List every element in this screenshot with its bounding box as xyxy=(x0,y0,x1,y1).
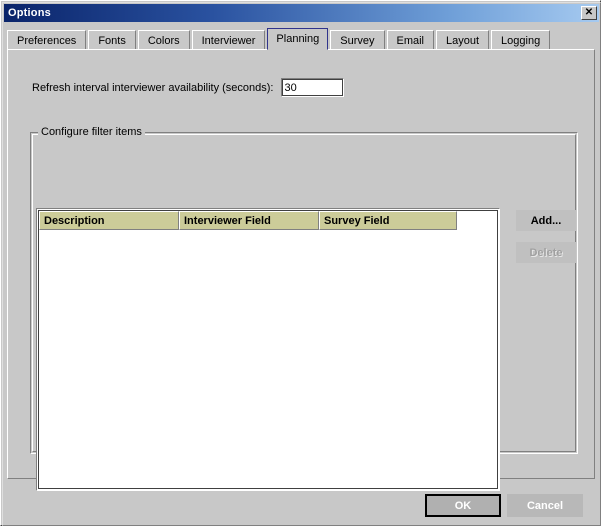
refresh-interval-input[interactable] xyxy=(281,78,345,97)
groupbox-label: Configure filter items xyxy=(38,126,145,138)
tab-survey[interactable]: Survey xyxy=(330,30,385,50)
column-header-interviewer-field[interactable]: Interviewer Field xyxy=(179,211,319,230)
add-filter-button[interactable]: Add... xyxy=(516,210,576,231)
refresh-interval-row: Refresh interval interviewer availabilit… xyxy=(32,78,345,97)
delete-filter-button: Delete xyxy=(516,242,576,263)
listview-header: Description Interviewer Field Survey Fie… xyxy=(39,211,497,230)
tab-logging[interactable]: Logging xyxy=(491,30,551,50)
tab-interviewer[interactable]: Interviewer xyxy=(191,30,266,50)
listview-inner: Description Interviewer Field Survey Fie… xyxy=(38,210,498,489)
tab-fonts[interactable]: Fonts xyxy=(88,30,136,50)
window-title: Options xyxy=(8,7,51,19)
tab-preferences[interactable]: Preferences xyxy=(7,30,87,50)
refresh-interval-label: Refresh interval interviewer availabilit… xyxy=(32,81,274,94)
tabstrip: Preferences Fonts Colors Interviewer Pla… xyxy=(7,28,595,50)
column-header-survey-field[interactable]: Survey Field xyxy=(319,211,457,230)
tab-email[interactable]: Email xyxy=(386,30,435,50)
tab-colors[interactable]: Colors xyxy=(137,30,190,50)
options-dialog: Options ✕ Preferences Fonts Colors Inter… xyxy=(0,0,601,526)
tab-content-planning: Refresh interval interviewer availabilit… xyxy=(7,49,595,491)
column-header-description[interactable]: Description xyxy=(39,211,179,230)
ok-button[interactable]: OK xyxy=(425,494,501,517)
tab-layout[interactable]: Layout xyxy=(436,30,490,50)
listview-body-empty[interactable] xyxy=(39,230,497,488)
tab-planning[interactable]: Planning xyxy=(267,28,329,50)
filter-items-listview[interactable]: Description Interviewer Field Survey Fie… xyxy=(36,208,500,491)
titlebar[interactable]: Options ✕ xyxy=(4,4,599,22)
cancel-button[interactable]: Cancel xyxy=(507,494,583,517)
close-icon[interactable]: ✕ xyxy=(581,6,597,20)
